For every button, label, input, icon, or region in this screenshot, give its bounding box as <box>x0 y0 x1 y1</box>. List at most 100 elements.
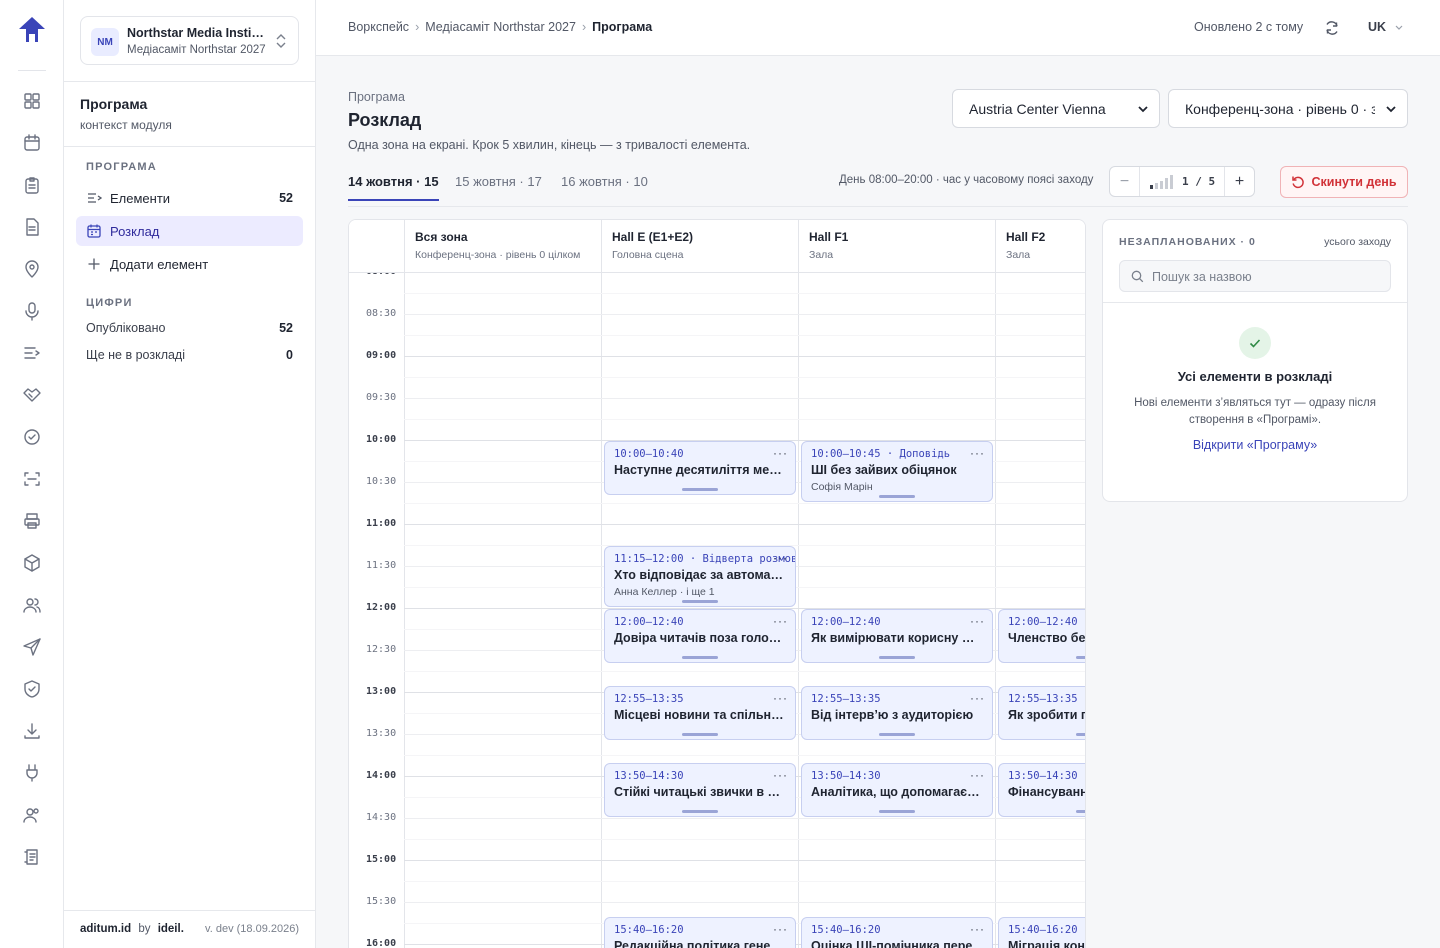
resize-handle[interactable] <box>1076 733 1085 736</box>
more-icon[interactable]: ··· <box>970 614 985 628</box>
venue-select-value: Austria Center Vienna <box>969 100 1106 117</box>
refresh-icon[interactable] <box>1323 19 1341 37</box>
more-icon[interactable]: ··· <box>970 446 985 460</box>
column-divider <box>601 273 602 948</box>
session-card[interactable]: 12:00–12:40···Членство без <box>998 609 1085 663</box>
more-icon[interactable]: ··· <box>773 768 788 782</box>
more-icon[interactable]: ··· <box>773 614 788 628</box>
brand-company: ideil. <box>157 923 184 935</box>
more-icon[interactable]: ··· <box>970 691 985 705</box>
session-card[interactable]: 15:40–16:20 ··· Редакційна політика гене <box>604 917 796 948</box>
session-card[interactable]: 12:00–12:40 ··· Довіра читачів поза головн… <box>604 609 796 663</box>
more-icon[interactable]: ··· <box>773 446 788 460</box>
open-program-link[interactable]: Відкрити «Програму» <box>1103 438 1407 452</box>
session-card[interactable]: 13:50–14:30 ··· Аналітика, що допомагає ре… <box>801 763 993 817</box>
resize-handle[interactable] <box>879 733 915 736</box>
printer-icon[interactable] <box>22 511 42 531</box>
dashboard-icon[interactable] <box>22 91 42 111</box>
session-card[interactable]: 11:15–12:00 · Відверта розмова ··· Хто від… <box>604 546 796 607</box>
resize-handle[interactable] <box>682 656 718 659</box>
session-card[interactable]: 13:50–14:30···Фінансуванн <box>998 763 1085 817</box>
program-list-icon[interactable] <box>22 343 42 363</box>
calendar-icon[interactable] <box>22 133 42 153</box>
time-label: 12:00 <box>366 602 397 613</box>
session-card[interactable]: 12:55–13:35···Як зробити п <box>998 686 1085 740</box>
more-icon[interactable]: ··· <box>773 691 788 705</box>
tab-day-2[interactable]: 15 жовтня · 17 <box>455 174 542 189</box>
resize-handle[interactable] <box>879 810 915 813</box>
handshake-icon[interactable] <box>22 385 42 405</box>
session-title: Хто відповідає за автоматизацію <box>614 568 786 582</box>
send-icon[interactable] <box>22 637 42 657</box>
session-time: 12:00–12:40 <box>1008 616 1078 628</box>
column-title: Hall F1 <box>809 230 849 244</box>
location-pin-icon[interactable] <box>22 259 42 279</box>
session-time: 15:40–16:20 <box>1008 924 1078 936</box>
app-logo-icon[interactable] <box>17 15 47 45</box>
resize-handle[interactable] <box>682 488 718 491</box>
session-card[interactable]: 10:00–10:45 · Доповідь ··· ШІ без зайвих о… <box>801 441 993 502</box>
session-card[interactable]: 12:55–13:35 ··· Місцеві новини та спільнот… <box>604 686 796 740</box>
resize-handle[interactable] <box>1076 810 1085 813</box>
column-divider <box>798 273 799 948</box>
sidebar-item-add-element[interactable]: Додати елемент <box>76 249 303 279</box>
session-card[interactable]: 12:55–13:35 ··· Від інтерв’ю з аудиторією <box>801 686 993 740</box>
resize-handle[interactable] <box>879 656 915 659</box>
sidebar-item-elements[interactable]: Елементи 52 <box>76 183 303 213</box>
session-card[interactable]: 12:00–12:40 ··· Як вимірювати корисну журн… <box>801 609 993 663</box>
top-bar: Воркспейс › Медіасаміт Northstar 2027 › … <box>316 0 1440 56</box>
zone-select[interactable]: Конференц-зона · рівень 0 · з <box>1168 89 1408 128</box>
resize-handle[interactable] <box>879 495 915 498</box>
day-info: День 08:00–20:00 · час у часовому поясі … <box>839 174 1094 186</box>
clipboard-icon[interactable] <box>22 175 42 195</box>
icon-rail <box>0 0 64 948</box>
zoom-level-icon <box>1150 175 1173 189</box>
grid-body[interactable]: 08:0008:3009:0009:3010:0010:3011:0011:30… <box>349 266 1085 948</box>
workspace-switcher[interactable]: NM Northstar Media Institute Медіасаміт … <box>80 16 299 65</box>
resize-handle[interactable] <box>682 733 718 736</box>
grid-line <box>404 860 1085 861</box>
resize-handle[interactable] <box>682 810 718 813</box>
session-title: Стійкі читацькі звички в редакції <box>614 785 786 799</box>
grid-line <box>404 293 1085 294</box>
resize-handle[interactable] <box>1076 656 1085 659</box>
sidebar-item-schedule[interactable]: Розклад <box>76 216 303 246</box>
reset-day-button[interactable]: Скинути день <box>1280 166 1408 198</box>
unscheduled-scope: усього заходу <box>1324 236 1391 248</box>
document-icon[interactable] <box>22 217 42 237</box>
brand-by: by <box>138 923 151 935</box>
search-input[interactable] <box>1152 267 1382 287</box>
more-icon[interactable]: ··· <box>773 551 788 565</box>
time-label: 11:30 <box>366 560 397 571</box>
zoom-in-button[interactable]: + <box>1224 167 1254 196</box>
more-icon[interactable]: ··· <box>970 768 985 782</box>
breadcrumb-event[interactable]: Медіасаміт Northstar 2027 <box>425 20 576 34</box>
session-title: Довіра читачів поза головною <box>614 631 786 645</box>
breadcrumb-workspace[interactable]: Воркспейс <box>348 20 409 34</box>
download-icon[interactable] <box>22 721 42 741</box>
shield-check-icon[interactable] <box>22 679 42 699</box>
ledger-icon[interactable] <box>22 847 42 867</box>
session-card[interactable]: 10:00–10:40 ··· Наступне десятиліття медіа <box>604 441 796 495</box>
more-icon[interactable]: ··· <box>970 922 985 936</box>
check-circle-icon[interactable] <box>22 427 42 447</box>
time-label: 14:00 <box>366 770 397 781</box>
session-card[interactable]: 15:40–16:20···Міграція конт <box>998 917 1085 948</box>
language-switcher[interactable]: UK <box>1368 20 1403 34</box>
box-icon[interactable] <box>22 553 42 573</box>
plug-icon[interactable] <box>22 763 42 783</box>
venue-select[interactable]: Austria Center Vienna <box>952 89 1160 128</box>
scan-icon[interactable] <box>22 469 42 489</box>
session-card[interactable]: 15:40–16:20 ··· Оцінка ШІ-помічника пере <box>801 917 993 948</box>
check-icon <box>1239 327 1271 359</box>
team-icon[interactable] <box>22 805 42 825</box>
session-time: 12:55–13:35 <box>614 693 684 705</box>
more-icon[interactable]: ··· <box>773 922 788 936</box>
users-icon[interactable] <box>22 595 42 615</box>
session-card[interactable]: 13:50–14:30 ··· Стійкі читацькі звички в р… <box>604 763 796 817</box>
zoom-out-button[interactable]: − <box>1110 167 1140 196</box>
microphone-icon[interactable] <box>22 301 42 321</box>
tab-day-3[interactable]: 16 жовтня · 10 <box>561 174 648 189</box>
tab-day-1[interactable]: 14 жовтня · 15 <box>348 174 439 189</box>
resize-handle[interactable] <box>682 600 718 603</box>
